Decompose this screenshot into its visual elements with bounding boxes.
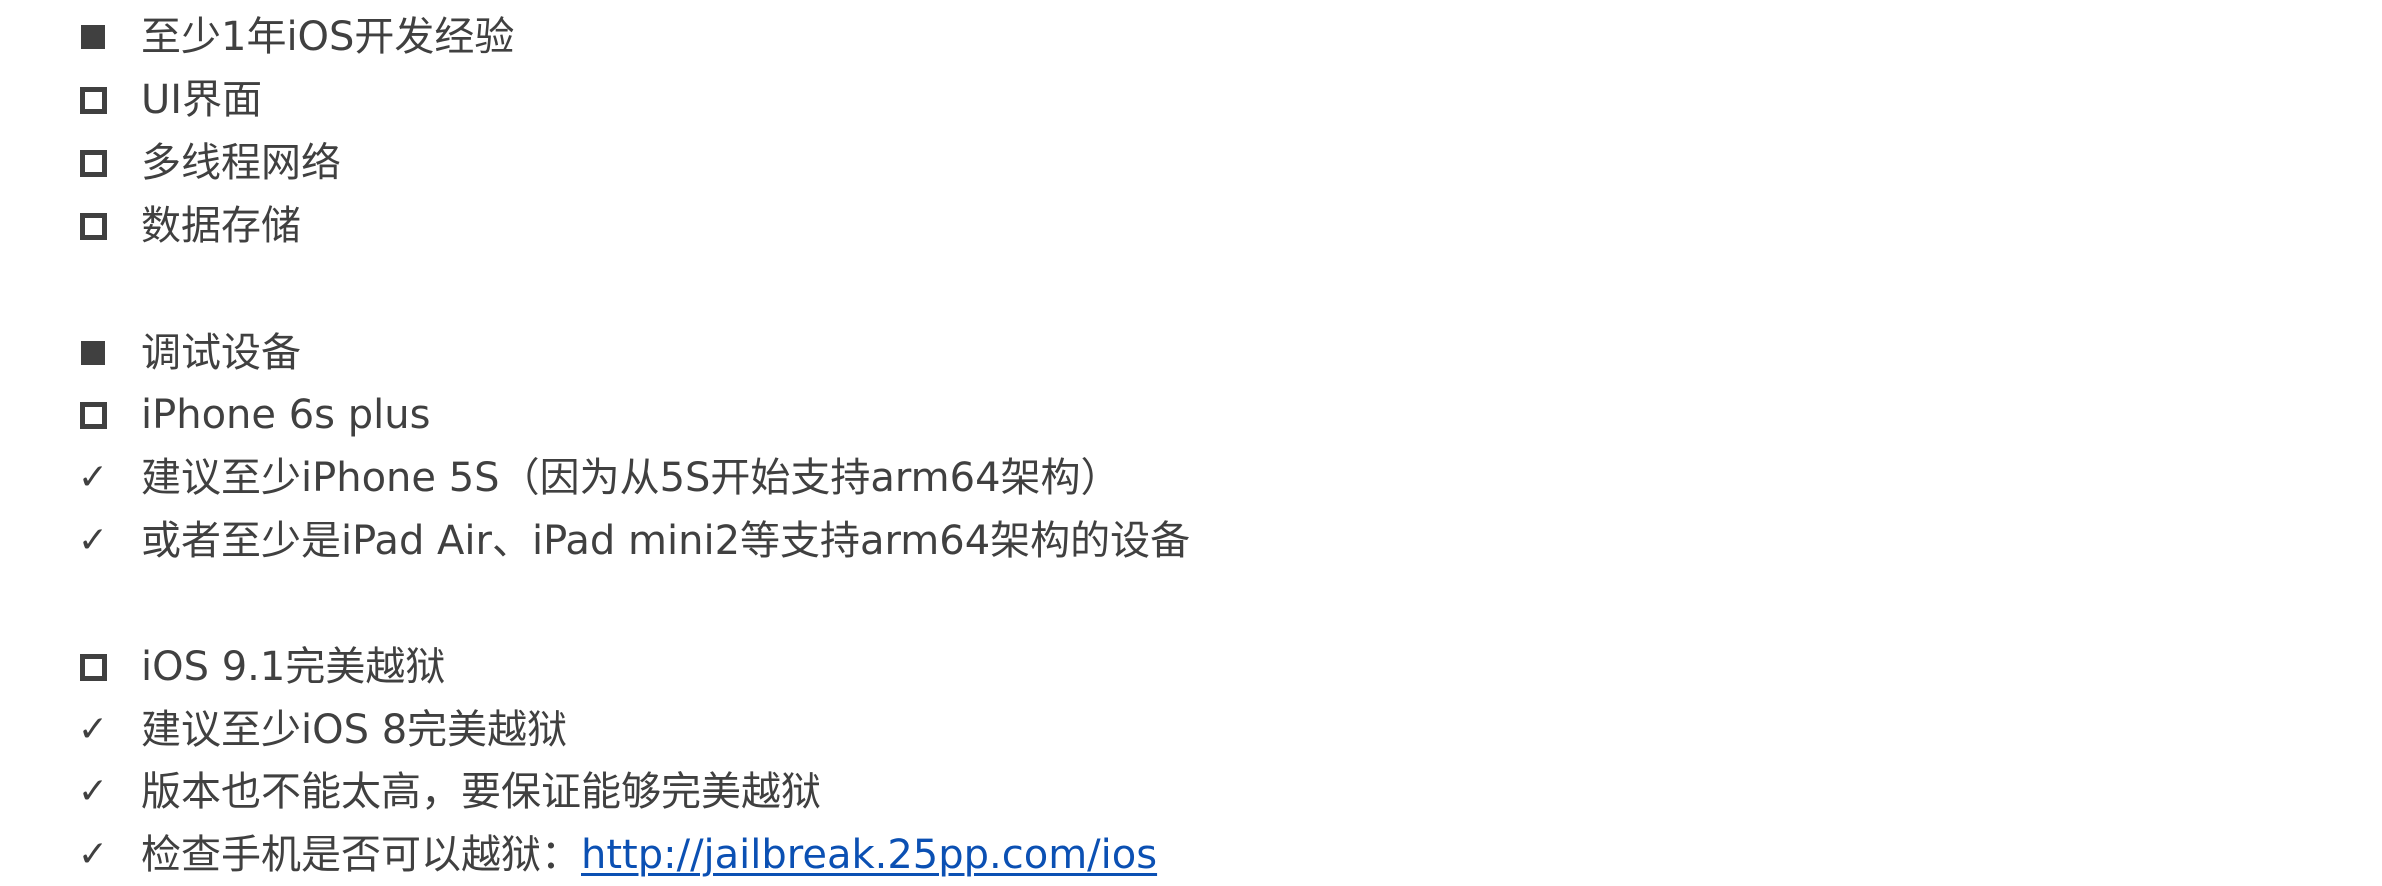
list-item: 数据存储 — [0, 195, 2382, 257]
filled-square-bullet-icon — [78, 322, 108, 384]
list-item-text: 检查手机是否可以越狱：http://jailbreak.25pp.com/ios — [141, 824, 1157, 886]
checkmark-bullet-icon: ✓ — [77, 457, 109, 498]
list-item: ✓ 版本也不能太高，要保证能够完美越狱 — [0, 761, 2382, 823]
jailbreak-link[interactable]: http://jailbreak.25pp.com/ios — [581, 832, 1157, 878]
checkmark-bullet-icon: ✓ — [77, 834, 109, 875]
hollow-square-bullet-icon — [78, 132, 108, 194]
list-item: 至少1年iOS开发经验 — [0, 6, 2382, 68]
hollow-square-bullet-icon — [78, 384, 108, 446]
hollow-square-bullet-icon — [78, 69, 108, 131]
list-item-text: iOS 9.1完美越狱 — [141, 644, 446, 690]
list-item: 多线程网络 — [0, 132, 2382, 194]
list-item-text: 建议至少iPhone 5S（因为从5S开始支持arm64架构） — [141, 455, 1121, 501]
list-item: ✓ 检查手机是否可以越狱：http://jailbreak.25pp.com/i… — [0, 824, 2382, 886]
list-item-text: 多线程网络 — [141, 140, 341, 186]
hollow-square-bullet-icon — [78, 195, 108, 257]
hollow-square-bullet-icon — [78, 636, 108, 698]
filled-square-bullet-icon — [78, 6, 108, 68]
list-item-text: 至少1年iOS开发经验 — [141, 14, 515, 60]
list-item: 调试设备 — [0, 322, 2382, 384]
list-item-text: UI界面 — [141, 77, 263, 123]
checkmark-bullet-icon: ✓ — [77, 709, 109, 750]
list-item-text: 版本也不能太高，要保证能够完美越狱 — [141, 769, 821, 815]
list-item-text: 或者至少是iPad Air、iPad mini2等支持arm64架构的设备 — [141, 518, 1191, 564]
checkmark-bullet-icon: ✓ — [77, 771, 109, 812]
list-item: iOS 9.1完美越狱 — [0, 636, 2382, 698]
document-page: 至少1年iOS开发经验 UI界面 多线程网络 数据存储 调试设备 iPhone … — [0, 0, 2382, 884]
list-item: UI界面 — [0, 69, 2382, 131]
list-item-text: 数据存储 — [141, 203, 301, 249]
list-item: ✓ 建议至少iPhone 5S（因为从5S开始支持arm64架构） — [0, 447, 2382, 509]
list-item: iPhone 6s plus — [0, 384, 2382, 446]
list-item: ✓ 或者至少是iPad Air、iPad mini2等支持arm64架构的设备 — [0, 510, 2382, 572]
list-item-text: 建议至少iOS 8完美越狱 — [141, 707, 568, 753]
checkmark-bullet-icon: ✓ — [77, 520, 109, 561]
list-item-text: iPhone 6s plus — [141, 392, 431, 438]
list-item-label: 检查手机是否可以越狱： — [141, 832, 581, 878]
list-item: ✓ 建议至少iOS 8完美越狱 — [0, 699, 2382, 761]
list-item-text: 调试设备 — [141, 330, 301, 376]
